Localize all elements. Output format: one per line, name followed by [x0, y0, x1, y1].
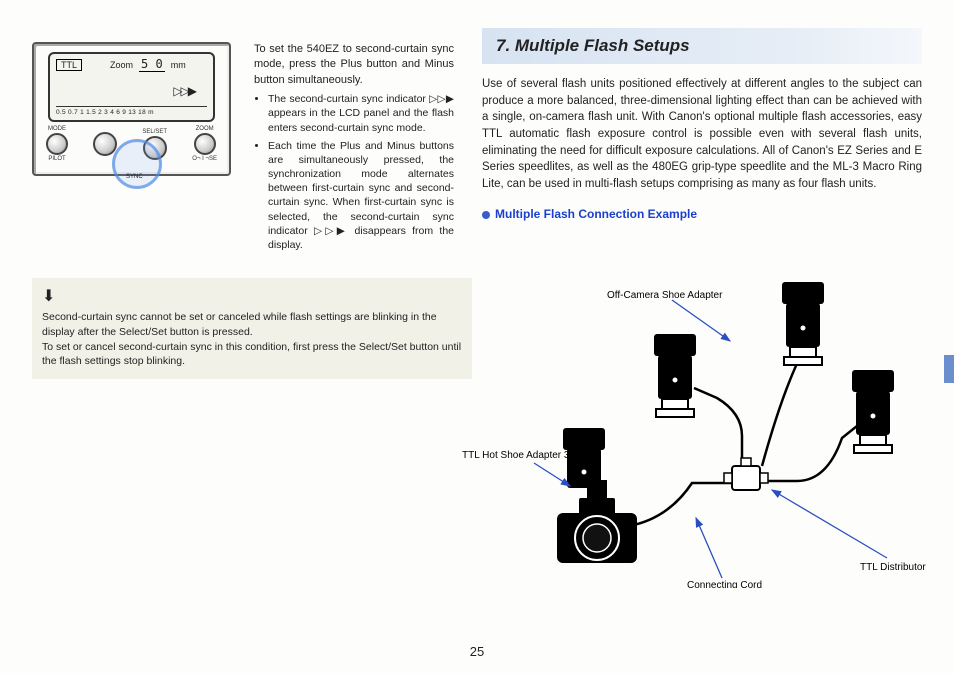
lcd-screen: TTL Zoom 5 0 mm ▷▷▶ 0.5 0.7 1 1.5 2 3 4 … [48, 52, 215, 122]
label-distributor: TTL Distributor [860, 562, 926, 573]
sub-header-text: Multiple Flash Connection Example [495, 207, 697, 221]
pilot-label: PILOT [48, 156, 65, 162]
note-arrow-icon: ⬇ [42, 286, 462, 308]
lcd-distance-scale: 0.5 0.7 1 1.5 2 3 4 6 9 13 18 m [56, 106, 207, 116]
page-number: 25 [470, 644, 484, 659]
bullet-icon [482, 211, 490, 219]
minus-button-icon [93, 132, 117, 156]
sync-label: SYNC [126, 174, 143, 180]
label-shoe-adapter: Off-Camera Shoe Adapter [607, 290, 723, 301]
note-box: ⬇ Second-curtain sync cannot be set or c… [32, 278, 472, 379]
zoom-button-icon [194, 133, 216, 155]
section-header: 7. Multiple Flash Setups [482, 28, 922, 64]
section-paragraph: Use of several flash units positioned ef… [482, 76, 922, 193]
bullet-2: Each time the Plus and Minus buttons are… [268, 139, 454, 252]
lcd-zoom-unit: mm [171, 60, 186, 70]
note-line2: To set or cancel second-curtain sync in … [42, 341, 461, 368]
second-curtain-sync-indicator-icon: ▷▷▶ [173, 84, 195, 98]
note-line1: Second-curtain sync cannot be set or can… [42, 311, 437, 338]
sub-header: Multiple Flash Connection Example [482, 207, 922, 221]
lcd-panel-illustration: TTL Zoom 5 0 mm ▷▷▶ 0.5 0.7 1 1.5 2 3 4 … [32, 42, 231, 176]
plus-button-icon [143, 136, 167, 160]
lcd-zoom-value: 5 0 [139, 57, 165, 72]
mode-label: MODE [48, 126, 66, 132]
lcd-zoom-label: Zoom [110, 60, 133, 70]
label-hot-shoe: TTL Hot Shoe Adapter 3 [462, 450, 570, 461]
selset-label: SEL/SET [142, 129, 167, 135]
bullet-1: The second-curtain sync indicator ▷▷▶ ap… [268, 92, 454, 135]
lcd-ttl-indicator: TTL [56, 59, 82, 71]
label-cord: Connecting Cord [687, 580, 762, 588]
connection-diagram: Off-Camera Shoe Adapter TTL Hot Shoe Ada… [462, 258, 932, 588]
page-edge-tab [944, 355, 954, 383]
intro-paragraph: To set the 540EZ to second-curtain sync … [254, 42, 454, 88]
power-label: O¬ I ¬SE [192, 156, 217, 162]
zoom-btn-label: ZOOM [196, 126, 214, 132]
mode-button-icon [46, 133, 68, 155]
